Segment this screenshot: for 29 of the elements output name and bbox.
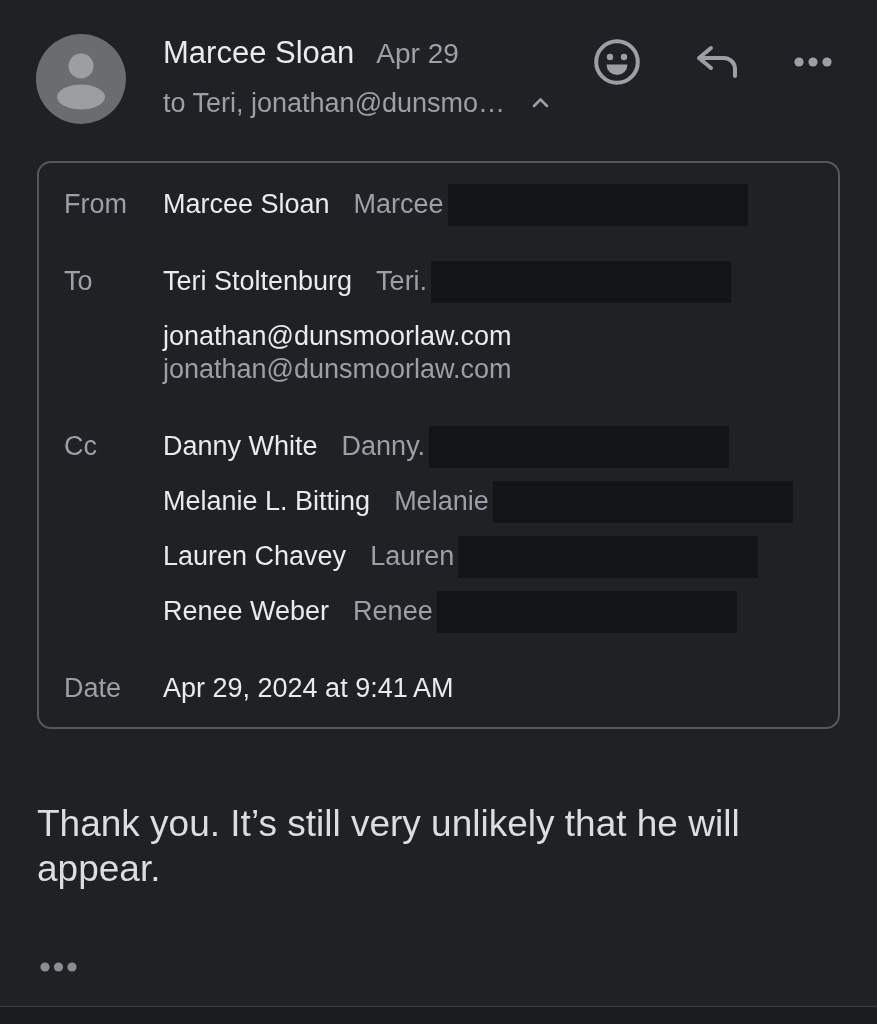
contact-address: Marcee — [353, 188, 444, 221]
contact-name[interactable]: Danny White — [163, 430, 318, 463]
more-icon[interactable] — [794, 57, 832, 67]
contact-address: Renee — [353, 595, 433, 628]
message-date: Apr 29 — [376, 37, 459, 71]
smiley-icon[interactable] — [594, 39, 640, 85]
contact-name[interactable]: Lauren Chavey — [163, 540, 347, 573]
field-label: Date — [64, 672, 122, 705]
contact-address: Danny. — [341, 430, 426, 463]
contact-name[interactable]: Teri Stoltenburg — [163, 265, 353, 298]
field-label: Cc — [64, 430, 97, 463]
reply-icon[interactable] — [695, 45, 739, 79]
contact-name[interactable]: Renee Weber — [163, 595, 330, 628]
sender-name: Marcee Sloan — [163, 34, 355, 72]
avatar-icon — [36, 34, 126, 124]
contact-address: Teri. — [376, 265, 428, 298]
message-text: Thank you. It’s still very unlikely that he will appear. — [37, 802, 741, 891]
date-value: Apr 29, 2024 at 9:41 AM — [163, 672, 454, 705]
contact-address: Melanie — [394, 485, 489, 518]
contact-address: Lauren — [370, 540, 455, 573]
recipients-summary[interactable]: to Teri, jonathan@dunsmo… — [163, 87, 506, 119]
contact-name[interactable]: Marcee Sloan — [163, 188, 330, 221]
ellipsis-icon[interactable] — [40, 962, 77, 972]
contact-address: jonathan@dunsmoorlaw.com — [163, 353, 512, 386]
contact-name[interactable]: Melanie L. Bitting — [163, 485, 371, 518]
field-label: From — [64, 188, 127, 221]
contact-name[interactable]: jonathan@dunsmoorlaw.com — [163, 320, 512, 353]
field-label: To — [64, 265, 93, 298]
chevron-icon[interactable] — [532, 97, 550, 109]
